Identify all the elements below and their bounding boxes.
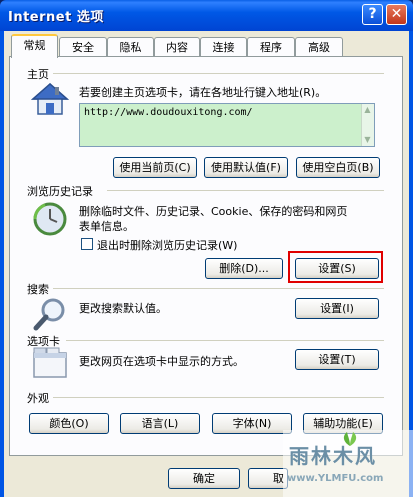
tab-programs[interactable]: 程序 bbox=[247, 37, 295, 57]
history-heading: 浏览历史记录 bbox=[27, 185, 93, 198]
search-heading: 搜索 bbox=[27, 283, 49, 296]
appearance-divider bbox=[53, 397, 384, 398]
ok-button[interactable]: 确定 bbox=[168, 468, 240, 489]
languages-button[interactable]: 语言(L) bbox=[120, 413, 200, 434]
tab-advanced[interactable]: 高级 bbox=[295, 37, 343, 57]
use-current-button[interactable]: 使用当前页(C) bbox=[113, 157, 197, 178]
tab-content[interactable]: 内容 bbox=[154, 37, 200, 57]
tabs-divider bbox=[66, 340, 384, 341]
search-description: 更改搜索默认值。 bbox=[79, 302, 167, 315]
delete-on-exit-checkbox[interactable] bbox=[81, 238, 93, 250]
watermark-text: 雨林木风 bbox=[289, 444, 377, 468]
search-divider bbox=[53, 288, 384, 289]
highlight-box bbox=[288, 251, 383, 283]
tabs-description: 更改网页在选项卡中显示的方式。 bbox=[79, 355, 244, 368]
tab-privacy[interactable]: 隐私 bbox=[107, 37, 154, 57]
history-description-line1: 删除临时文件、历史记录、Cookie、保存的密码和网页 bbox=[79, 205, 348, 218]
delete-on-exit-label: 退出时删除浏览历史记录(W) bbox=[97, 239, 238, 252]
history-divider bbox=[107, 190, 384, 191]
use-blank-button[interactable]: 使用空白页(B) bbox=[296, 157, 380, 178]
colors-button[interactable]: 颜色(O) bbox=[29, 413, 109, 434]
home-url-field[interactable]: http://www.doudouxitong.com/ bbox=[79, 103, 375, 147]
use-default-button[interactable]: 使用默认值(F) bbox=[204, 157, 288, 178]
delete-history-button[interactable]: 删除(D)... bbox=[205, 258, 283, 279]
watermark-url: www.YLMFU.com bbox=[287, 473, 384, 484]
appearance-heading: 外观 bbox=[27, 392, 49, 405]
home-icon bbox=[31, 82, 69, 116]
home-description: 若要创建主页选项卡，请在各地址行键入地址(R)。 bbox=[79, 86, 327, 99]
cancel-button[interactable]: 取 bbox=[248, 468, 288, 489]
tab-connections[interactable]: 连接 bbox=[200, 37, 247, 57]
window-title: Internet 选项 bbox=[8, 10, 104, 25]
tab-general[interactable]: 常规 bbox=[11, 34, 58, 58]
home-divider bbox=[53, 73, 384, 74]
fonts-button[interactable]: 字体(N) bbox=[212, 413, 292, 434]
clock-delete-icon bbox=[31, 200, 69, 238]
magnifier-icon bbox=[33, 296, 69, 332]
tab-security[interactable]: 安全 bbox=[59, 37, 107, 57]
close-button[interactable]: ✕ bbox=[386, 4, 407, 25]
tabbed-window-icon bbox=[32, 345, 68, 379]
tabs-settings-button[interactable]: 设置(T) bbox=[295, 349, 379, 370]
history-description-line2: 表单信息。 bbox=[79, 220, 134, 233]
help-button[interactable]: ? bbox=[362, 4, 383, 25]
home-heading: 主页 bbox=[27, 68, 49, 81]
scroll-up-icon[interactable]: ▲ bbox=[362, 105, 373, 115]
search-settings-button[interactable]: 设置(I) bbox=[295, 298, 379, 319]
scroll-down-icon[interactable]: ▼ bbox=[362, 135, 373, 145]
